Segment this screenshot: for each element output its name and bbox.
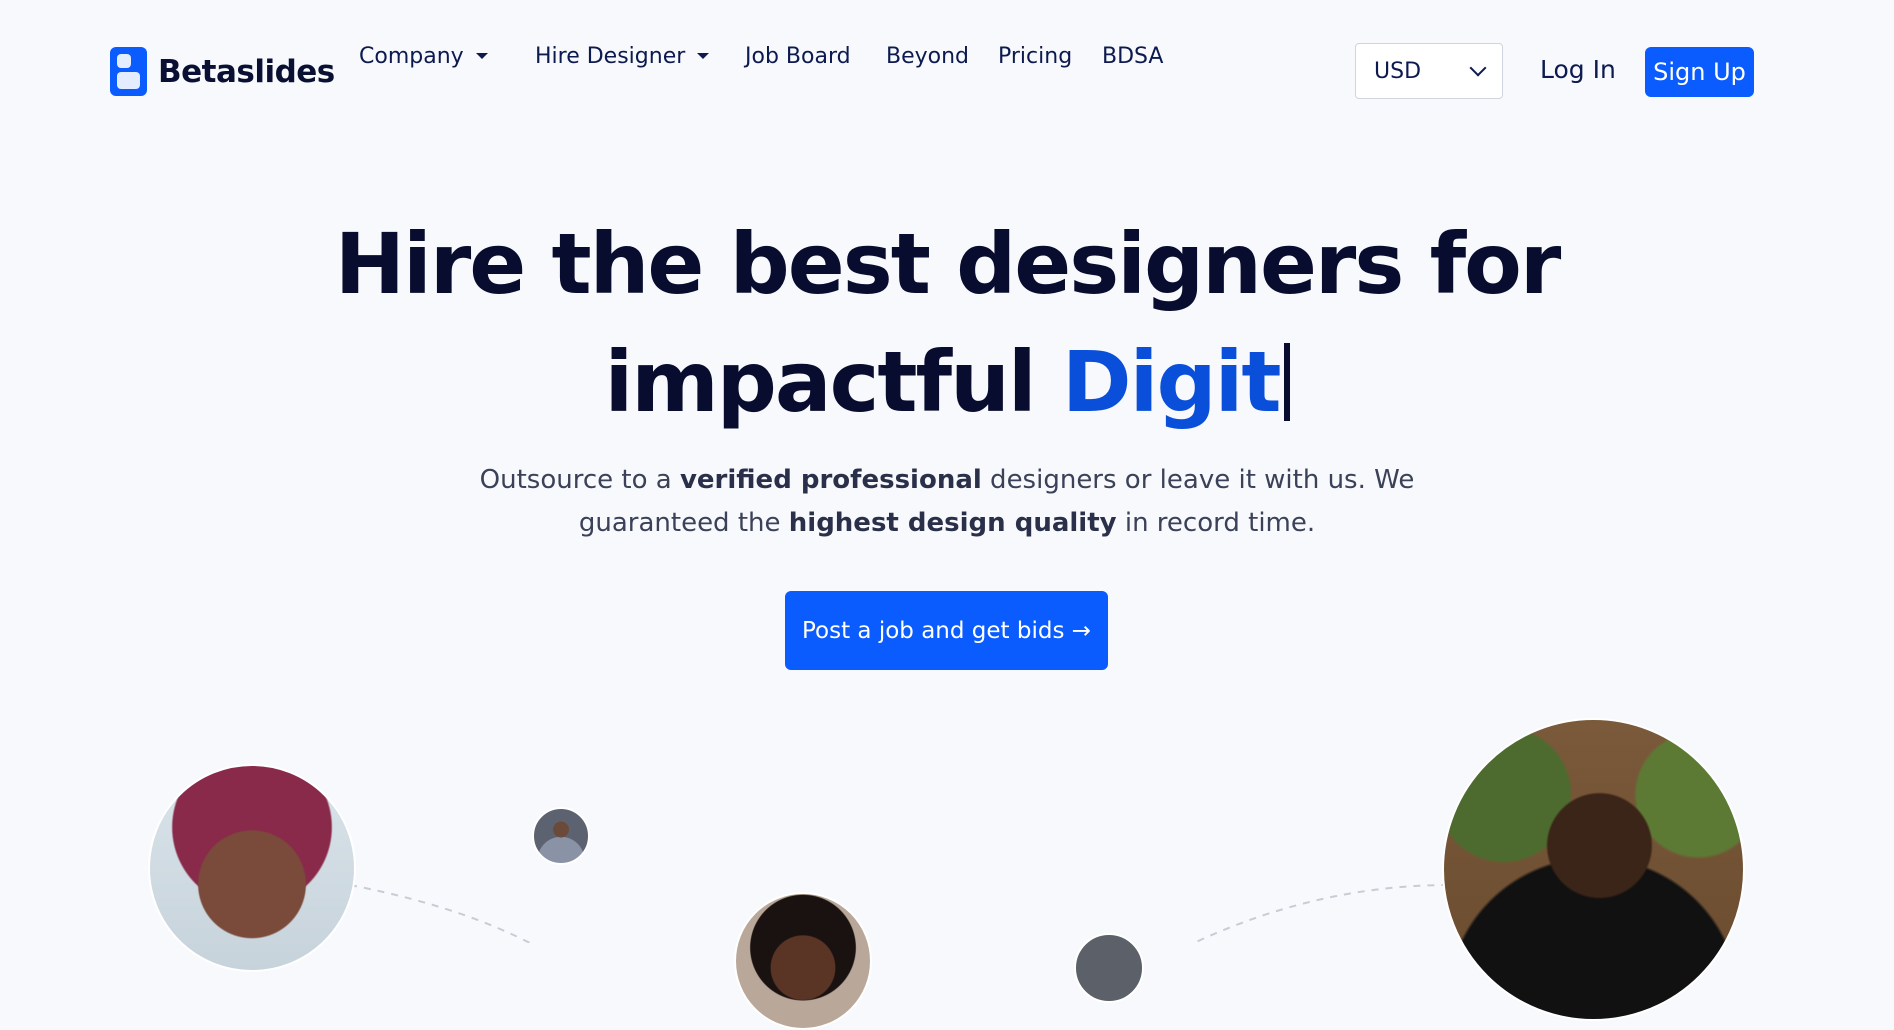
- subtitle-text: designers or leave it with us. We: [981, 465, 1415, 495]
- nav-item-label: Hire Designer: [535, 43, 686, 69]
- designer-avatar: [532, 807, 590, 865]
- caret-down-icon: [697, 53, 710, 59]
- hero-subtitle: Outsource to a verified professional des…: [0, 459, 1894, 545]
- hero-title-line2-prefix: impactful: [604, 333, 1036, 431]
- brand-logo[interactable]: Betaslides: [110, 47, 335, 96]
- post-job-button[interactable]: Post a job and get bids →: [785, 591, 1108, 670]
- betaslides-logo-icon: [110, 47, 147, 96]
- designer-avatar: [1442, 718, 1745, 1021]
- login-link[interactable]: Log In: [1540, 55, 1616, 84]
- nav-item-job-board[interactable]: Job Board: [745, 44, 851, 69]
- nav-item-label: Pricing: [998, 43, 1073, 69]
- chevron-down-icon: [1469, 59, 1487, 77]
- nav-item-label: BDSA: [1102, 43, 1164, 69]
- nav-item-label: Company: [359, 43, 464, 69]
- nav-item-label: Beyond: [886, 43, 970, 69]
- brand-name: Betaslides: [158, 53, 335, 90]
- subtitle-text: guaranteed the: [578, 508, 789, 538]
- subtitle-highlight: highest design quality: [788, 508, 1117, 538]
- nav-item-company[interactable]: Company: [359, 44, 488, 69]
- currency-select[interactable]: USD: [1355, 43, 1503, 99]
- hero-title-typing-word: Digit: [1061, 333, 1282, 431]
- hero-title-line1: Hire the best designers for: [334, 215, 1562, 313]
- signup-button[interactable]: Sign Up: [1645, 47, 1754, 97]
- subtitle-text: Outsource to a: [479, 465, 680, 495]
- currency-value: USD: [1374, 58, 1422, 84]
- hero-title: Hire the best designers for impactful Di…: [0, 205, 1894, 441]
- subtitle-highlight: verified professional: [679, 465, 982, 495]
- nav-item-bdsa[interactable]: BDSA: [1102, 44, 1163, 69]
- typing-cursor: [1283, 343, 1290, 421]
- nav-item-label: Job Board: [745, 43, 851, 69]
- designer-avatar: [1074, 933, 1144, 1003]
- designer-avatar: [148, 764, 356, 972]
- top-navbar: Betaslides Company Hire Designer Job Boa…: [0, 0, 1894, 144]
- caret-down-icon: [475, 53, 488, 59]
- subtitle-text: in record time.: [1116, 508, 1316, 538]
- designer-avatar: [734, 892, 872, 1030]
- nav-item-pricing[interactable]: Pricing: [998, 44, 1072, 69]
- nav-item-hire-designer[interactable]: Hire Designer: [535, 43, 710, 69]
- nav-item-beyond[interactable]: Beyond: [886, 44, 969, 69]
